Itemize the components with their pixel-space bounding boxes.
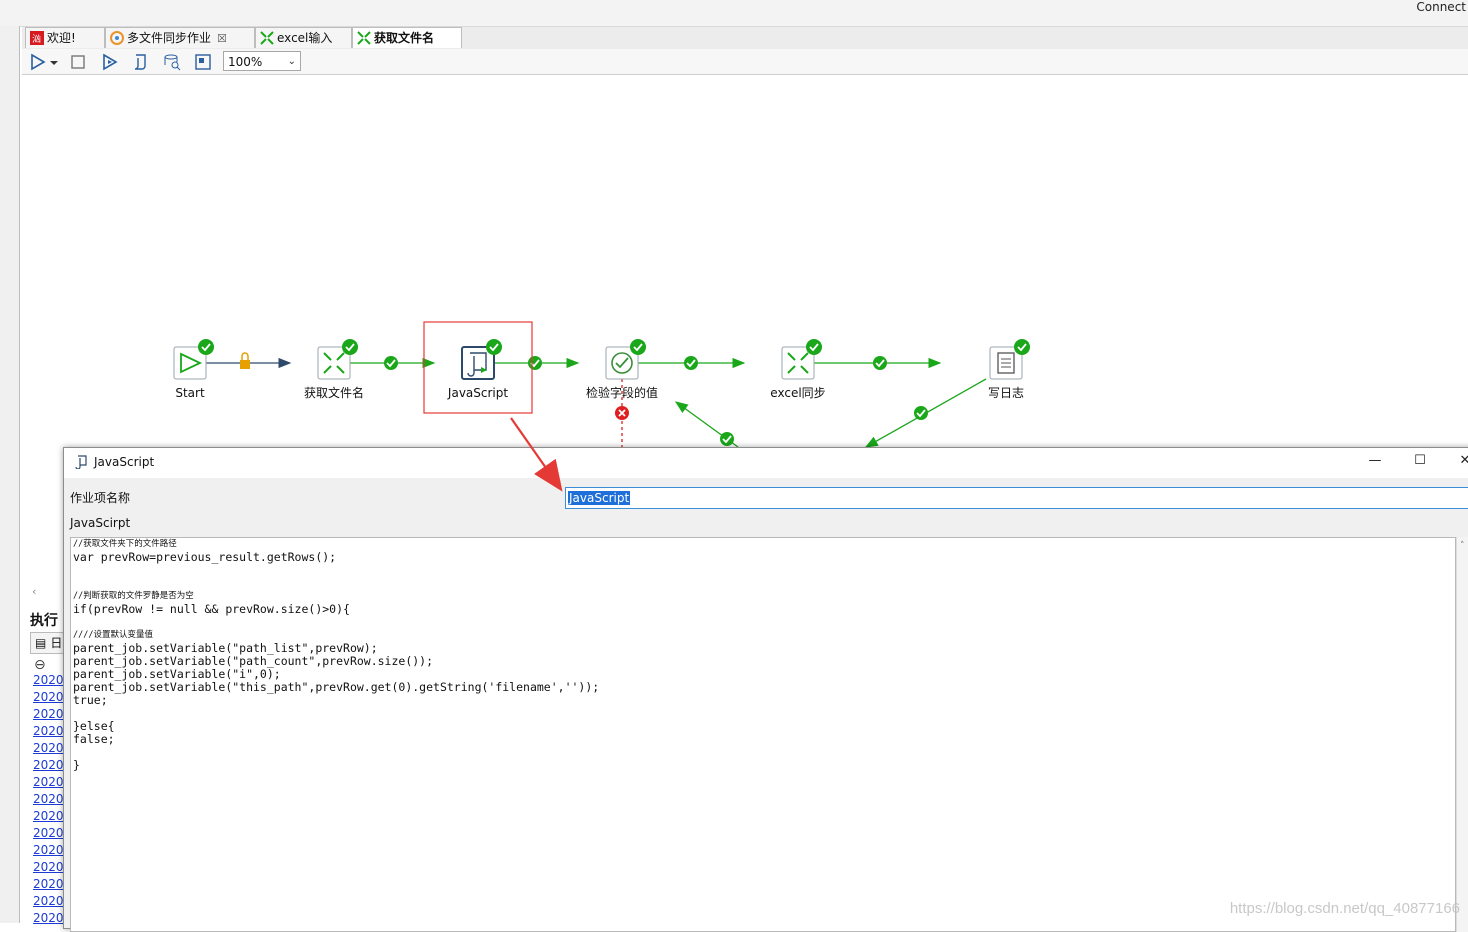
javascript-dialog: JavaScript — ☐ ✕ 作业项名称 JavaScript JavaSc… — [63, 447, 1468, 932]
connect-label[interactable]: Connect — [1416, 0, 1466, 14]
close-button[interactable]: ✕ — [1450, 453, 1468, 473]
transform-icon — [357, 31, 371, 45]
job-diagram: Start 获取文件名 JavaScript 检验字段的值 excel同步 写日… — [173, 321, 1030, 448]
code-line: var prevRow=previous_result.getRows(); — [73, 550, 337, 564]
job-name-input[interactable]: JavaScript — [565, 487, 1468, 509]
top-bar: Connect — [0, 0, 1468, 27]
ok-icon — [198, 339, 214, 355]
code-line: } — [73, 758, 80, 772]
chevron-down-icon: ⌄ — [287, 56, 296, 67]
node-get-filenames[interactable]: 获取文件名 — [304, 339, 364, 400]
execution-panel: ‹ 执行结 ▤日 ⊖ 2020/2020/2020/2020/2020/2020… — [28, 585, 68, 925]
log-icon: ▤ — [35, 636, 47, 650]
left-panel-edge — [0, 26, 20, 923]
layout-icon[interactable] — [193, 52, 213, 72]
tab-multi-file-job[interactable]: 多文件同步作业 ☒ — [105, 27, 255, 48]
script-label: JavaScirpt — [70, 516, 131, 530]
spoon-icon: 汹 — [30, 31, 44, 45]
node-check-field[interactable]: 检验字段的值 — [586, 339, 658, 400]
node-excel-sync[interactable]: excel同步 — [770, 339, 826, 400]
ok-icon — [630, 339, 646, 355]
minimize-button[interactable]: — — [1360, 453, 1390, 473]
tab-label: 获取文件名 — [374, 31, 435, 45]
tab-label: 欢迎! — [47, 31, 76, 45]
tab-welcome[interactable]: 汹欢迎! — [25, 27, 105, 48]
code-line: false; — [73, 732, 115, 746]
tab-get-filenames[interactable]: 获取文件名 — [352, 27, 462, 48]
ok-icon — [528, 356, 542, 370]
ok-icon — [720, 432, 734, 446]
scroll-left-icon[interactable]: ‹ — [32, 585, 36, 598]
watermark: https://blog.csdn.net/qq_40877166 — [1229, 900, 1460, 917]
node-write-log[interactable]: 写日志 — [988, 339, 1030, 400]
ok-icon — [873, 356, 887, 370]
ok-icon — [384, 356, 398, 370]
ok-icon — [1014, 339, 1030, 355]
error-icon — [615, 406, 629, 420]
ok-icon — [806, 339, 822, 355]
job-name-label: 作业项名称 — [70, 491, 131, 505]
toolbar: 100% ⌄ — [22, 49, 1468, 75]
code-line: true; — [73, 693, 108, 707]
node-javascript[interactable]: JavaScript — [423, 321, 533, 414]
zoom-select[interactable]: 100% ⌄ — [223, 51, 301, 71]
tab-bar: 汹欢迎! 多文件同步作业 ☒ excel输入 获取文件名 — [22, 27, 1468, 50]
tab-label: excel输入 — [277, 31, 333, 45]
dialog-title: JavaScript — [94, 455, 155, 469]
script-editor[interactable]: //获取文件夹下的文件路径 var prevRow=previous_result… — [70, 537, 1456, 932]
ok-icon — [914, 406, 928, 420]
transform-icon — [260, 31, 274, 45]
node-label: 写日志 — [988, 386, 1024, 400]
code-line: }else{ — [73, 719, 115, 733]
code-line: parent_job.setVariable("this_path",prevR… — [73, 680, 600, 694]
job-canvas[interactable]: Start 获取文件名 JavaScript 检验字段的值 excel同步 写日… — [28, 75, 1468, 448]
script-icon[interactable] — [130, 52, 150, 72]
code-line: if(prevRow != null && prevRow.size()>0){ — [73, 602, 350, 616]
lock-icon — [240, 352, 250, 369]
replay-icon[interactable] — [100, 52, 120, 72]
chevron-up-icon[interactable]: ˄ — [1460, 541, 1465, 551]
job-icon — [110, 31, 124, 45]
stop-icon[interactable] — [68, 52, 88, 72]
svg-text:汹: 汹 — [32, 34, 41, 45]
ok-icon — [486, 339, 502, 355]
collapse-icon[interactable]: ⊖ — [34, 657, 46, 673]
tab-excel-input[interactable]: excel输入 — [255, 27, 352, 48]
node-label: 检验字段的值 — [586, 385, 658, 400]
javascript-icon — [74, 455, 88, 472]
tab-label: 多文件同步作业 — [127, 31, 212, 45]
ok-icon — [684, 356, 698, 370]
maximize-button[interactable]: ☐ — [1405, 453, 1435, 473]
node-label: JavaScript — [447, 386, 508, 400]
dialog-titlebar[interactable]: JavaScript — ☐ ✕ — [64, 448, 1468, 478]
vertical-scrollbar[interactable]: ˄ — [1456, 537, 1468, 932]
node-label: Start — [175, 386, 205, 400]
sql-search-icon[interactable] — [162, 52, 182, 72]
node-label: excel同步 — [770, 386, 825, 400]
node-start[interactable]: Start — [173, 339, 214, 400]
run-icon[interactable] — [28, 52, 48, 72]
ok-icon — [342, 339, 358, 355]
chevron-down-icon[interactable] — [48, 52, 60, 72]
close-icon[interactable]: ☒ — [217, 32, 227, 45]
zoom-value: 100% — [228, 55, 263, 69]
node-label: 获取文件名 — [304, 385, 364, 400]
